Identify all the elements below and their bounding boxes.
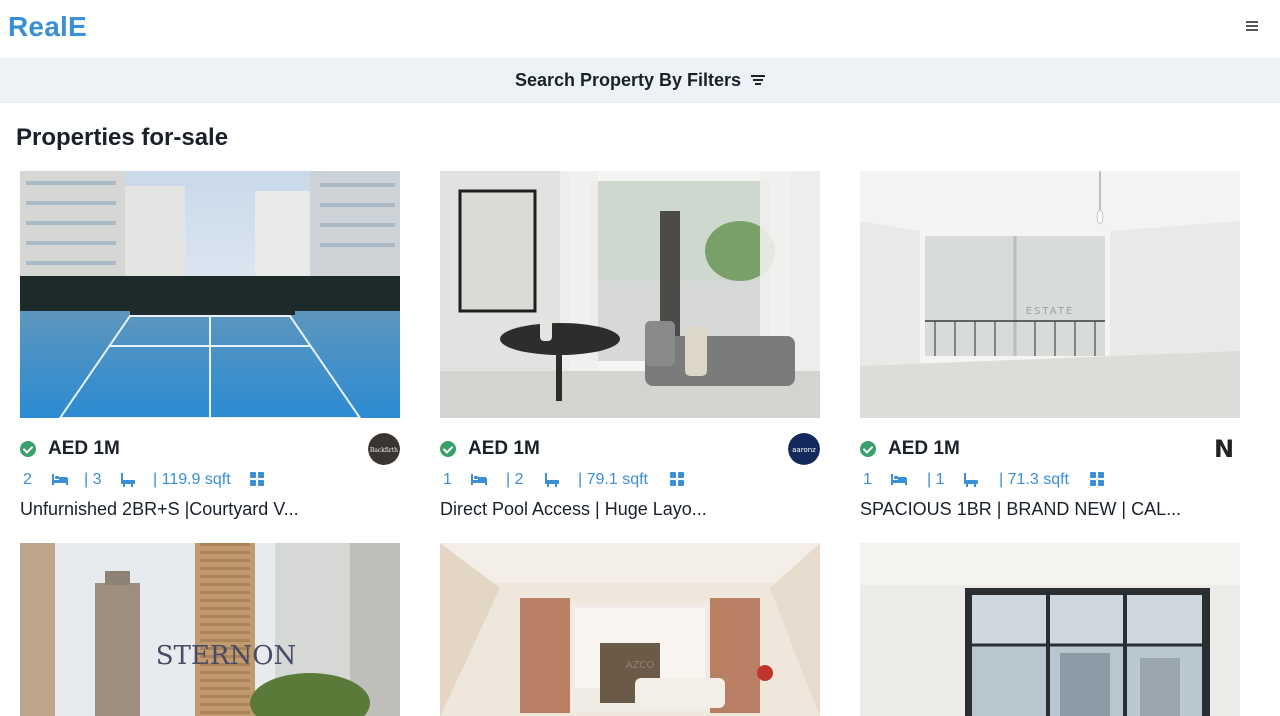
property-price: AED 1M — [888, 438, 960, 459]
svg-text:Backfirth: Backfirth — [370, 447, 398, 454]
area-size: | 71.3 sqft — [999, 471, 1069, 488]
svg-text:ESTATE: ESTATE — [1026, 306, 1075, 317]
property-photo[interactable] — [440, 171, 820, 418]
filter-icon — [751, 75, 766, 85]
bath-icon — [121, 473, 135, 487]
property-specs: 1 | 2 | 79.1 sqft — [440, 469, 820, 493]
property-card[interactable]: STERNON — [20, 543, 400, 716]
svg-text:N: N — [1214, 435, 1234, 463]
property-specs: 1 | 1 | 71.3 sqft — [860, 469, 1240, 493]
bathrooms-count: | 2 — [506, 471, 524, 488]
property-specs: 2 | 3 | 119.9 sqft — [20, 469, 400, 493]
property-photo[interactable] — [20, 171, 400, 418]
bathrooms-count: | 1 — [927, 471, 945, 488]
bedrooms-count: 2 — [23, 471, 32, 488]
verified-check-icon — [440, 441, 456, 457]
property-photo[interactable]: AZCO — [440, 543, 820, 716]
property-title[interactable]: SPACIOUS 1BR | BRAND NEW | CAL... — [860, 499, 1240, 520]
property-card[interactable]: ESTATE AED 1M N 1 | 1 | 71.3 sqft SPACIO… — [860, 171, 1240, 531]
agency-logo: Backfirth — [368, 433, 400, 465]
property-title[interactable]: Unfurnished 2BR+S |Courtyard V... — [20, 499, 400, 520]
property-card[interactable] — [860, 543, 1240, 716]
page-title: Properties for-sale — [16, 124, 229, 151]
property-photo[interactable] — [860, 543, 1240, 716]
search-filters-button[interactable]: Search Property By Filters — [0, 58, 1280, 103]
property-photo[interactable]: STERNON — [20, 543, 400, 716]
agency-logo: N — [1208, 433, 1240, 465]
logo[interactable]: RealE — [8, 11, 87, 43]
bed-icon — [471, 474, 487, 485]
search-filters-label: Search Property By Filters — [514, 69, 742, 90]
grid-icon — [1090, 472, 1104, 486]
agency-logo: aaronz — [788, 433, 820, 465]
bathrooms-count: | 3 — [84, 471, 102, 488]
top-navbar: RealE — [0, 0, 1280, 58]
verified-check-icon — [860, 441, 876, 457]
bath-icon — [545, 473, 559, 487]
property-title[interactable]: Direct Pool Access | Huge Layo... — [440, 499, 820, 520]
area-size: | 79.1 sqft — [578, 471, 648, 488]
property-card[interactable]: AED 1M aaronz 1 | 2 | 79.1 sqft Direct P… — [440, 171, 820, 531]
hamburger-menu-icon[interactable] — [1240, 16, 1264, 36]
svg-text:STERNON: STERNON — [156, 641, 297, 671]
bedrooms-count: 1 — [443, 471, 452, 488]
property-photo[interactable]: ESTATE — [860, 171, 1240, 418]
property-price: AED 1M — [48, 438, 120, 459]
property-price: AED 1M — [468, 438, 540, 459]
area-size: | 119.9 sqft — [153, 471, 231, 488]
grid-icon — [250, 472, 264, 486]
bed-icon — [52, 474, 68, 485]
bed-icon — [891, 474, 907, 485]
bath-icon — [964, 473, 978, 487]
svg-text:AZCO: AZCO — [626, 660, 655, 671]
bedrooms-count: 1 — [863, 471, 872, 488]
svg-text:aaronz: aaronz — [792, 446, 816, 454]
grid-icon — [670, 472, 684, 486]
verified-check-icon — [20, 441, 36, 457]
property-card[interactable]: AZCO — [440, 543, 820, 716]
property-card[interactable]: AED 1M Backfirth 2 | 3 | 119.9 sqft Unfu… — [20, 171, 400, 531]
